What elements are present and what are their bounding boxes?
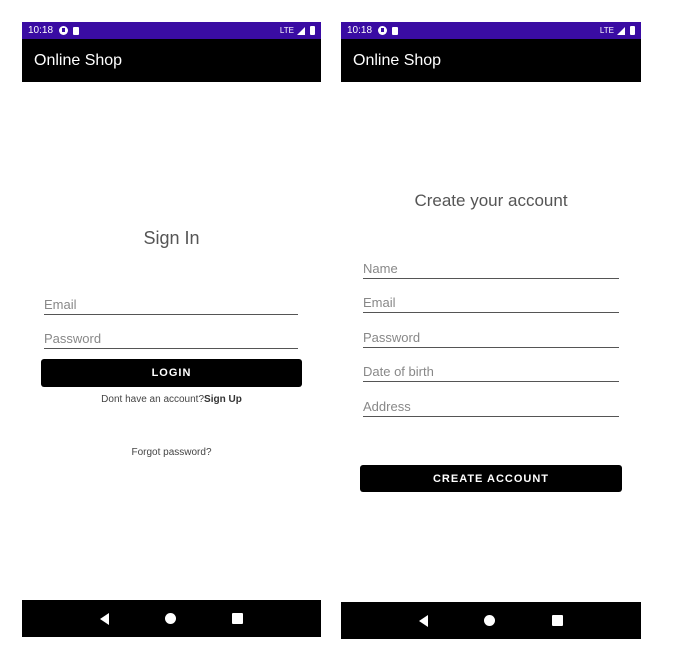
app-title: Online Shop: [34, 51, 123, 69]
recents-icon[interactable]: [232, 613, 243, 624]
signup-row: Dont have an account?Sign Up: [22, 394, 321, 405]
status-bar: 10:18 LTE: [22, 22, 321, 39]
login-button[interactable]: LOGIN: [41, 359, 302, 387]
app-bar: Online Shop: [22, 39, 321, 82]
password-field-container: [363, 327, 619, 348]
password-field-container: [44, 328, 298, 349]
date-of-birth-field-container: [363, 361, 619, 382]
forgot-password-link[interactable]: Forgot password?: [22, 447, 321, 458]
app-title: Online Shop: [353, 51, 442, 69]
recents-icon[interactable]: [551, 615, 563, 626]
app-bar: Online Shop: [341, 39, 641, 82]
create-account-screen: 10:18 LTE Online Shop Create your accoun…: [341, 22, 641, 639]
address-field-container: [363, 396, 619, 417]
email-field-container: [363, 292, 619, 313]
signal-icon: [297, 26, 305, 35]
email-input[interactable]: [44, 294, 298, 314]
create-account-button[interactable]: CREATE ACCOUNT: [360, 465, 622, 492]
sign-up-link[interactable]: Sign Up: [204, 394, 242, 405]
sign-in-heading: Sign In: [143, 228, 200, 248]
sd-card-icon: [73, 26, 80, 35]
email-field-container: [44, 294, 298, 315]
name-field-container: [363, 258, 619, 279]
home-icon[interactable]: [165, 613, 176, 624]
email-input[interactable]: [363, 292, 619, 312]
network-type: LTE: [279, 26, 294, 35]
navigation-bar: [22, 600, 321, 637]
signal-icon: [617, 26, 625, 35]
status-time: 10:18: [28, 25, 54, 36]
create-account-heading: Create your account: [414, 191, 568, 210]
password-input[interactable]: [44, 328, 298, 348]
date-of-birth-input[interactable]: [363, 361, 619, 381]
password-input[interactable]: [363, 327, 619, 347]
navigation-bar: [341, 602, 641, 639]
battery-icon: [630, 26, 635, 35]
back-icon[interactable]: [100, 612, 109, 625]
status-time: 10:18: [347, 25, 373, 36]
sd-card-icon: [392, 26, 399, 35]
notification-circle-icon: [378, 26, 388, 35]
sign-in-screen: 10:18 LTE Online Shop Sign In LOGIN Dont…: [22, 22, 321, 637]
signup-prompt: Dont have an account?: [101, 394, 205, 405]
network-type: LTE: [599, 26, 614, 35]
home-icon[interactable]: [484, 615, 496, 626]
name-input[interactable]: [363, 258, 619, 278]
back-icon[interactable]: [419, 614, 429, 627]
battery-icon: [310, 26, 315, 35]
notification-circle-icon: [59, 26, 69, 35]
address-input[interactable]: [363, 396, 619, 416]
status-bar: 10:18 LTE: [341, 22, 641, 39]
